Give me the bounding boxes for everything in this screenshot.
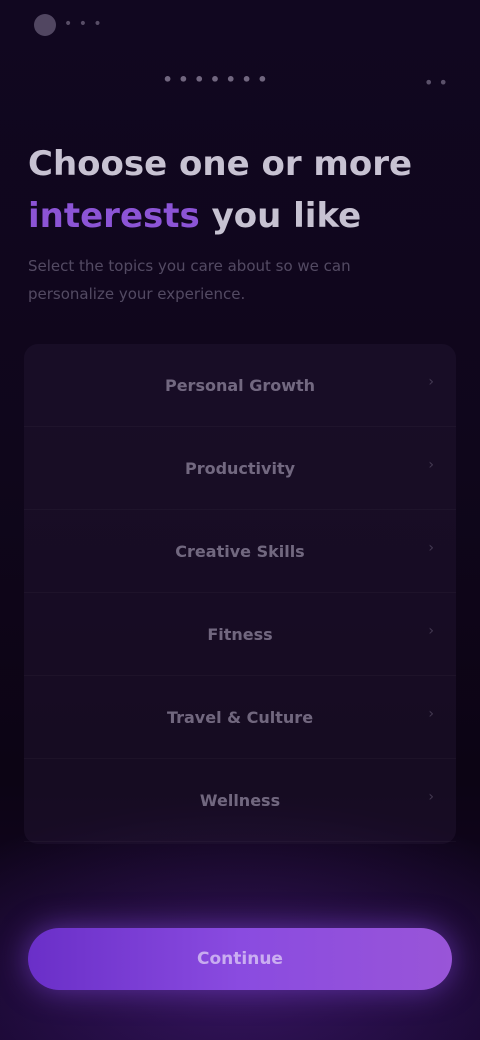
chevron-right-icon: ›: [428, 374, 434, 390]
headline-accent: interests: [28, 196, 200, 236]
interest-option[interactable]: Wellness ›: [24, 759, 456, 842]
interest-option[interactable]: Fitness ›: [24, 593, 456, 676]
headline-line2: you like: [211, 196, 362, 236]
interest-option[interactable]: Productivity ›: [24, 427, 456, 510]
interest-option[interactable]: Travel & Culture ›: [24, 676, 456, 759]
option-label: Productivity: [184, 458, 296, 478]
chevron-right-icon: ›: [428, 540, 434, 556]
more-icon[interactable]: • •: [416, 68, 456, 96]
status-bar: • • •: [0, 0, 480, 54]
interest-option[interactable]: Personal Growth ›: [24, 344, 456, 427]
option-label: Creative Skills: [175, 541, 305, 561]
option-label: Personal Growth: [164, 375, 316, 395]
status-text: • • •: [64, 16, 103, 32]
nav-title: • • • • • • •: [162, 70, 268, 89]
chevron-right-icon: ›: [428, 706, 434, 722]
chevron-right-icon: ›: [428, 623, 434, 639]
page-title: Choose one or more interests you like: [28, 138, 448, 242]
app-logo-icon: [34, 14, 56, 36]
continue-button[interactable]: Continue: [28, 928, 452, 990]
nav-bar: • • • • • • • • •: [0, 56, 480, 108]
headline-line1: Choose one or more: [28, 144, 413, 184]
interest-option[interactable]: Creative Skills ›: [24, 510, 456, 593]
chevron-right-icon: ›: [428, 789, 434, 805]
interest-options-list: Personal Growth › Productivity › Creativ…: [24, 344, 456, 844]
chevron-right-icon: ›: [428, 457, 434, 473]
option-label: Fitness: [207, 624, 273, 644]
onboarding-screen: • • • • • • • • • • • • Choose one or mo…: [0, 0, 480, 1040]
option-label: Wellness: [199, 790, 281, 810]
option-label: Travel & Culture: [166, 707, 314, 727]
page-subtitle: Select the topics you care about so we c…: [28, 257, 351, 303]
